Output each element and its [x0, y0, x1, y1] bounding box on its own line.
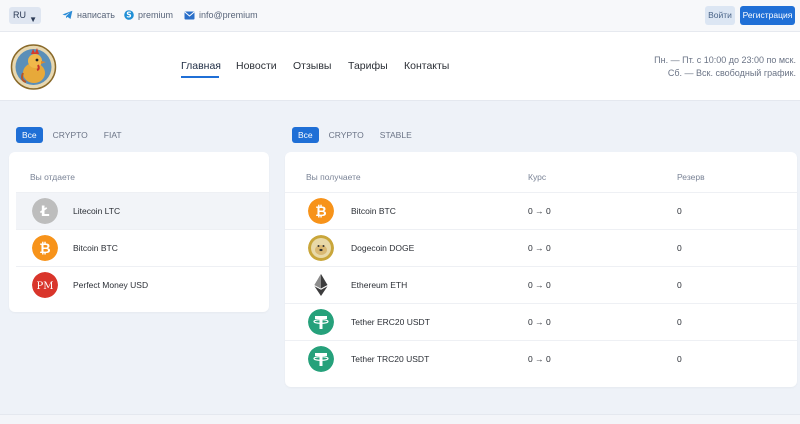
give-tab-crypto[interactable]: CRYPTO: [47, 127, 94, 143]
receive-row-reserve: 0: [677, 317, 682, 327]
language-label: RU: [13, 10, 26, 20]
schedule-weekdays: Пн. — Пт. с 10:00 до 23:00 по мск.: [654, 55, 796, 65]
receive-filter-tabs: Все CRYPTO STABLE: [292, 127, 418, 143]
receive-row-rate: 0 → 0: [528, 317, 551, 327]
nav-contacts[interactable]: Контакты: [404, 60, 449, 72]
receive-panel: Вы получаете Курс Резерв ₿ Bitcoin BTC 0…: [285, 152, 797, 387]
tether-icon: [308, 346, 334, 372]
chevron-down-icon: ▼: [29, 15, 37, 24]
telegram-link[interactable]: написать: [62, 10, 115, 20]
give-row-btc[interactable]: ₿ Bitcoin BTC: [16, 229, 269, 266]
receive-row-name: Tether ERC20 USDT: [351, 317, 430, 327]
nav-tariffs[interactable]: Тарифы: [348, 60, 388, 72]
litecoin-icon: Ł: [32, 198, 58, 224]
header: Главная Новости Отзывы Тарифы Контакты П…: [0, 32, 800, 101]
give-filter-tabs: Все CRYPTO FIAT: [16, 127, 128, 143]
receive-header-reserve: Резерв: [677, 172, 705, 182]
nav-active-indicator: [181, 76, 219, 78]
receive-tab-crypto[interactable]: CRYPTO: [323, 127, 370, 143]
give-panel: Вы отдаете Ł Litecoin LTC ₿ Bitcoin BTC …: [9, 152, 269, 312]
receive-row-rate: 0 → 0: [528, 354, 551, 364]
svg-text:₿: ₿: [39, 241, 50, 257]
receive-row-rate: 0 → 0: [528, 280, 551, 290]
receive-row-usdt-trc20[interactable]: Tether TRC20 USDT 0 → 0 0: [285, 340, 797, 377]
mail-icon: [184, 11, 195, 19]
tether-icon: [308, 309, 334, 335]
nav-reviews[interactable]: Отзывы: [293, 60, 331, 72]
give-row-name: Litecoin LTC: [73, 206, 121, 216]
schedule-weekend: Сб. — Вск. свободный график.: [667, 68, 796, 78]
ethereum-icon: [314, 274, 328, 296]
receive-row-rate: 0 → 0: [528, 243, 551, 253]
receive-row-name: Ethereum ETH: [351, 280, 408, 290]
telegram-icon: [62, 10, 73, 20]
bitcoin-icon: ₿: [32, 235, 58, 261]
nav-news[interactable]: Новости: [236, 60, 277, 72]
work-schedule: Пн. — Пт. с 10:00 до 23:00 по мск. Сб. —…: [654, 54, 796, 80]
receive-row-reserve: 0: [677, 243, 682, 253]
svg-text:S: S: [126, 11, 131, 20]
receive-row-reserve: 0: [677, 354, 682, 364]
register-button[interactable]: Регистрация: [740, 6, 795, 25]
receive-header-get: Вы получаете: [306, 172, 361, 182]
footer-edge: [0, 414, 800, 424]
svg-text:₿: ₿: [315, 204, 326, 220]
receive-row-usdt-erc20[interactable]: Tether ERC20 USDT 0 → 0 0: [285, 303, 797, 340]
nav-home[interactable]: Главная: [181, 60, 221, 72]
receive-header-rate: Курс: [528, 172, 547, 182]
skype-label: premium: [138, 10, 174, 20]
skype-icon: S: [124, 10, 134, 20]
top-bar: RU ▼ написать S premium info@premium Вой…: [0, 0, 800, 32]
give-tab-fiat[interactable]: FIAT: [98, 127, 128, 143]
receive-tab-stable[interactable]: STABLE: [374, 127, 418, 143]
receive-row-rate: 0 → 0: [528, 206, 551, 216]
give-row-name: Bitcoin BTC: [73, 243, 118, 253]
rooster-logo-icon: [10, 44, 57, 90]
perfect-money-icon: PM: [32, 272, 58, 298]
receive-row-reserve: 0: [677, 206, 682, 216]
email-label: info@premium: [199, 10, 258, 20]
receive-row-name: Bitcoin BTC: [351, 206, 396, 216]
site-logo[interactable]: [10, 40, 57, 92]
receive-row-eth[interactable]: Ethereum ETH 0 → 0 0: [285, 266, 797, 303]
login-button[interactable]: Войти: [705, 6, 735, 25]
receive-row-reserve: 0: [677, 280, 682, 290]
language-selector[interactable]: RU ▼: [9, 7, 41, 24]
give-row-ltc[interactable]: Ł Litecoin LTC: [16, 192, 269, 229]
receive-row-name: Dogecoin DOGE: [351, 243, 415, 253]
telegram-label: написать: [77, 10, 115, 20]
give-header: Вы отдаете: [30, 172, 75, 182]
email-link[interactable]: info@premium: [184, 10, 258, 20]
svg-text:PM: PM: [37, 281, 54, 292]
give-row-pm[interactable]: PM Perfect Money USD: [16, 266, 269, 303]
give-row-name: Perfect Money USD: [73, 280, 149, 290]
receive-row-doge[interactable]: Dogecoin DOGE 0 → 0 0: [285, 229, 797, 266]
svg-text:Ł: Ł: [40, 204, 50, 220]
receive-tab-all[interactable]: Все: [292, 127, 319, 143]
dogecoin-icon: [308, 235, 334, 261]
give-tab-all[interactable]: Все: [16, 127, 43, 143]
bitcoin-icon: ₿: [308, 198, 334, 224]
receive-row-name: Tether TRC20 USDT: [351, 354, 430, 364]
skype-link[interactable]: S premium: [124, 10, 173, 20]
receive-row-btc[interactable]: ₿ Bitcoin BTC 0 → 0 0: [285, 192, 797, 229]
